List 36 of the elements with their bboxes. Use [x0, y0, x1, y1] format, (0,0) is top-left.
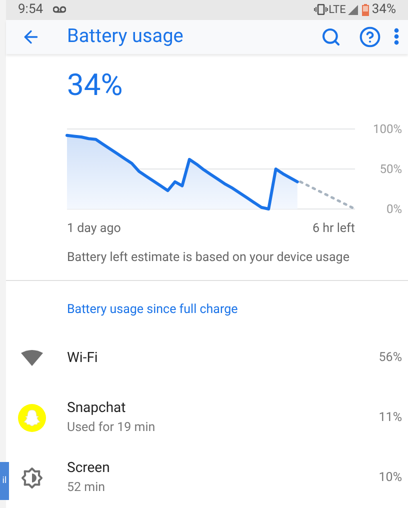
usage-row[interactable]: Snapchat Used for 19 min 11% [6, 388, 408, 448]
voicemail-icon [53, 6, 66, 14]
network-type: LTE [328, 2, 346, 18]
brightness-icon [20, 467, 42, 489]
usage-detail: Used for 19 min [67, 419, 156, 438]
ghost-icon [18, 404, 46, 432]
usage-percent: 10% [378, 468, 402, 487]
axis-label: 6 hr left [312, 220, 355, 238]
battery-percent: 34% [372, 1, 396, 19]
wifi-icon [20, 350, 42, 366]
usage-percent: 56% [378, 348, 402, 367]
usage-row[interactable]: Wi-Fi 56% [6, 328, 408, 388]
axis-label: 50% [380, 162, 402, 176]
axis-label: 100% [372, 122, 402, 136]
app-name: Screen [67, 459, 111, 478]
vibrate-icon [314, 4, 328, 16]
section-title: Battery usage since full charge [66, 301, 239, 320]
app-name: Snapchat [67, 399, 127, 418]
axis-label: 1 day ago [67, 220, 121, 238]
toolbar-title: Battery usage [67, 23, 184, 50]
axis-label: 0% [386, 202, 402, 215]
app-name: Wi-Fi [67, 348, 99, 368]
estimate-line [299, 180, 356, 210]
status-time: 9:54 [18, 1, 44, 19]
help-button[interactable] [358, 24, 382, 49]
usage-detail: 52 min [67, 479, 106, 498]
battery-icon [362, 4, 369, 16]
estimate-note: Battery left estimate is based on your device usage [67, 248, 350, 267]
usage-row[interactable]: Screen 52 min 10% [6, 448, 408, 508]
search-button[interactable] [320, 26, 342, 48]
edge-tab-label: il [2, 476, 7, 486]
signal-icon [348, 4, 358, 15]
usage-percent: 11% [378, 408, 402, 427]
edge-tab[interactable]: il [0, 462, 9, 500]
more-icon [394, 28, 398, 46]
battery-level: 34% [67, 68, 124, 104]
